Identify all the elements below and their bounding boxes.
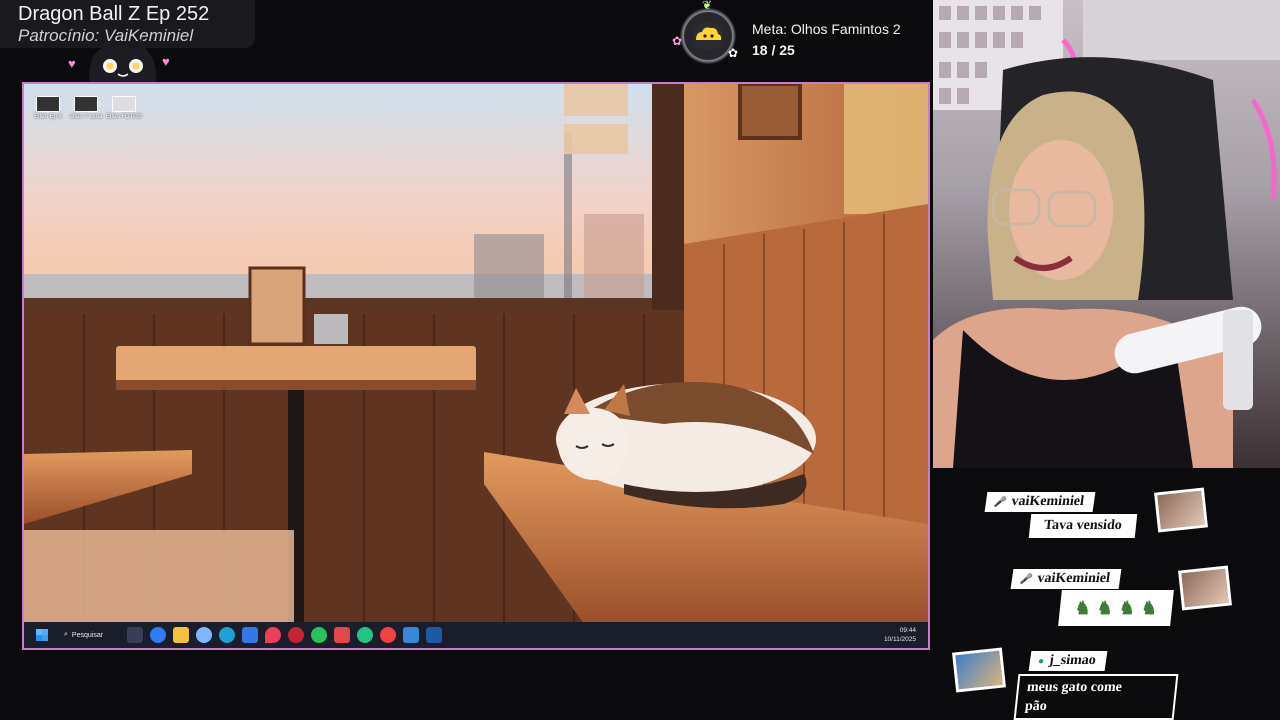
robot-emote-icon: ♞ — [1095, 597, 1115, 618]
chat-message-text: meus gato come pão — [1013, 674, 1179, 720]
robot-emote-icon: ♞ — [1073, 597, 1092, 618]
app-icon[interactable] — [357, 627, 374, 643]
chat-avatar — [1154, 487, 1208, 533]
chat-message-text: Tava vensido — [1028, 514, 1137, 538]
video-file-icon — [74, 96, 98, 112]
chat-badge-icon: 🎤 — [993, 496, 1008, 508]
desktop-icon-3[interactable]: Elfen FOTOS — [104, 96, 144, 120]
app-icon[interactable] — [242, 627, 259, 643]
browser-icon[interactable] — [196, 627, 213, 643]
video-file-icon — [36, 96, 60, 112]
webcam-feed — [933, 0, 1280, 468]
search-icon: ⌕ — [64, 631, 68, 638]
copilot-icon[interactable] — [150, 627, 167, 643]
clock-date: 10/11/2025 — [883, 636, 916, 643]
steam-icon[interactable] — [426, 627, 443, 643]
taskbar-search-label: Pesquisar — [71, 631, 104, 639]
desktop-icon-1[interactable]: Elfen Ep 6 — [28, 96, 68, 120]
clock-time: 09:44 — [899, 627, 916, 634]
goal-count: 18 / 25 — [752, 42, 795, 58]
file-explorer-icon[interactable] — [173, 627, 190, 643]
flower-icon: ✿ — [728, 46, 739, 60]
chat-badge-icon: ● — [1037, 655, 1045, 667]
maps-pin-icon[interactable] — [265, 627, 282, 643]
chat-username[interactable]: 🎤 vaiKeminiel — [1010, 569, 1122, 589]
goal-title: Meta: Olhos Famintos 2 — [752, 21, 901, 37]
streamer-webcam-image — [933, 0, 1280, 468]
edge-icon[interactable] — [219, 627, 236, 643]
crown-cloud-icon — [693, 21, 723, 51]
whatsapp-icon[interactable] — [311, 627, 328, 643]
windows-taskbar: ⌕ Pesquisar 09:44 10/11/2025 — [24, 622, 928, 648]
robot-emote-icon: ♞ — [1118, 597, 1137, 618]
chat-avatar — [1178, 565, 1232, 611]
robot-emote-icon: ♞ — [1140, 597, 1159, 618]
calendar-icon[interactable] — [334, 627, 351, 643]
taskbar-search-button[interactable]: ⌕ Pesquisar — [64, 631, 103, 639]
obs-icon[interactable] — [380, 627, 397, 643]
heart-icon: ♥ — [162, 54, 170, 69]
flower-icon: ✿ — [672, 34, 683, 48]
chat-username[interactable]: 🎤 vaiKeminiel — [984, 492, 1096, 512]
shared-desktop: Elfen Ep 6 elfen 7 cena Elfen FOTOS ⌕ Pe… — [22, 82, 930, 650]
chat-badge-icon: 🎤 — [1019, 573, 1034, 585]
opera-icon[interactable] — [288, 627, 305, 643]
chat-emote-row: ♞ ♞ ♞ ♞ — [1058, 590, 1174, 626]
goal-progress-ring: ✿ ✿ ❦ — [672, 0, 740, 68]
sprout-icon: ❦ — [702, 0, 713, 12]
image-folder-icon — [112, 96, 136, 112]
heart-icon: ♥ — [68, 56, 76, 71]
chat-avatar — [952, 647, 1006, 693]
desktop-icon-2[interactable]: elfen 7 cena — [66, 96, 106, 120]
stream-title: Dragon Ball Z Ep 252 — [18, 3, 210, 25]
chat-username[interactable]: ● j_simao — [1028, 651, 1108, 671]
task-view-icon[interactable] — [127, 627, 144, 643]
taskbar-clock[interactable]: 09:44 10/11/2025 — [884, 626, 916, 644]
photos-icon[interactable] — [403, 627, 420, 643]
wallpaper-image — [24, 84, 928, 624]
windows-start-icon[interactable] — [36, 629, 48, 641]
